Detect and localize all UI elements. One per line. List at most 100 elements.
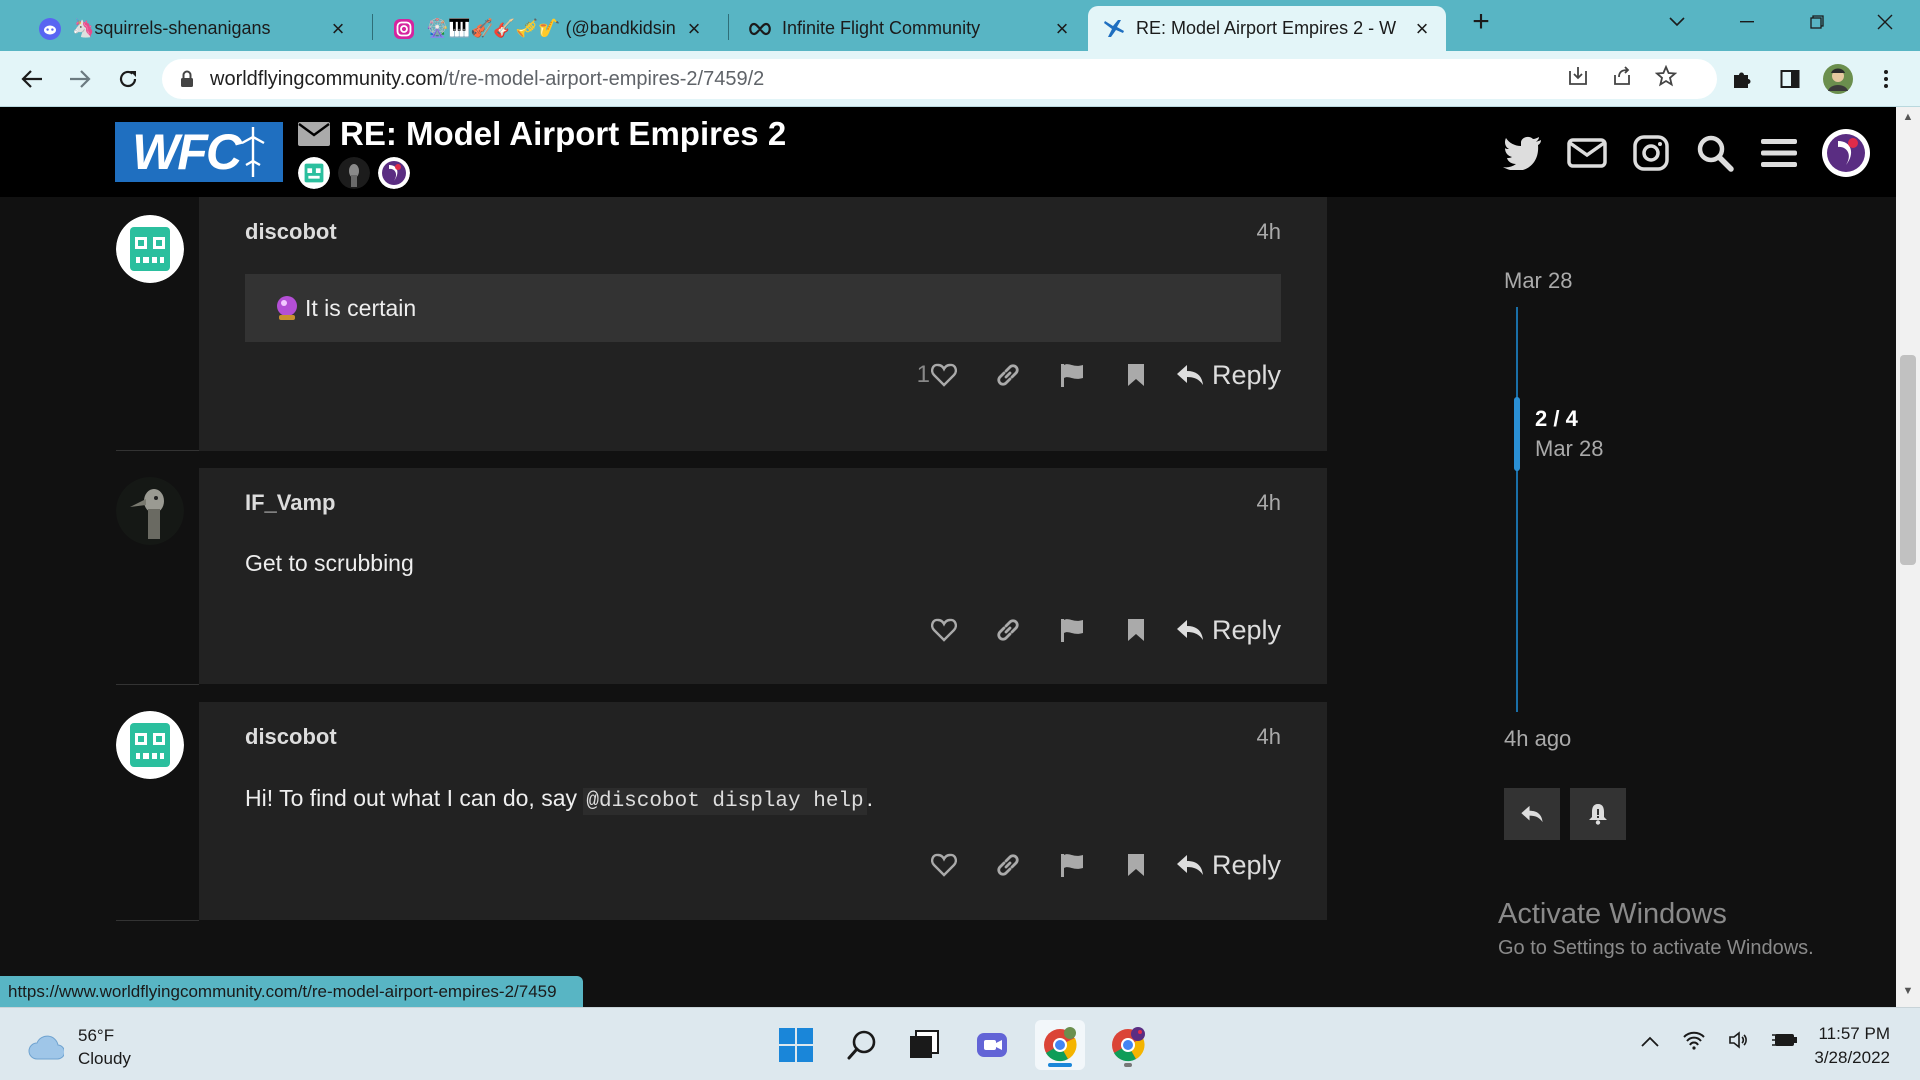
bookmark-star-icon[interactable]: [1654, 64, 1678, 93]
clock-time: 11:57 PM: [1818, 1024, 1890, 1043]
extensions-puzzle-icon[interactable]: [1726, 63, 1758, 95]
close-icon[interactable]: ×: [684, 16, 704, 42]
heart-icon[interactable]: [912, 606, 976, 654]
notification-bell-button[interactable]: [1570, 788, 1626, 840]
heart-icon[interactable]: [912, 841, 976, 889]
timeline-handle[interactable]: [1514, 397, 1520, 471]
reply-label: Reply: [1211, 359, 1281, 390]
timeline-reply-button[interactable]: [1504, 788, 1560, 840]
current-user-avatar[interactable]: [1822, 129, 1870, 177]
link-icon[interactable]: [976, 606, 1040, 654]
scroll-up-arrow-icon[interactable]: ▲: [1896, 111, 1920, 131]
volume-icon[interactable]: [1728, 1030, 1750, 1055]
browser-menu-icon[interactable]: [1870, 63, 1902, 95]
scroll-thumb[interactable]: [1900, 355, 1916, 565]
post-divider: [116, 450, 199, 451]
post-avatar-if-vamp[interactable]: [116, 477, 184, 545]
close-icon[interactable]: ×: [328, 16, 348, 42]
tab-instagram[interactable]: 🎡🎹🎻🎸🎺🎷 (@bandkidsin ×: [378, 6, 718, 51]
post-avatar-discobot[interactable]: [116, 711, 184, 779]
weather-widget[interactable]: 56°F Cloudy: [28, 1024, 131, 1070]
profile-avatar[interactable]: [1822, 63, 1854, 95]
side-panel-icon[interactable]: [1774, 63, 1806, 95]
logo-plane-icon: [241, 127, 265, 177]
plane-icon: [1102, 17, 1126, 41]
flag-icon[interactable]: [1040, 606, 1104, 654]
twitter-icon[interactable]: [1502, 132, 1544, 174]
close-icon[interactable]: ×: [1412, 16, 1432, 42]
restore-icon[interactable]: [1782, 0, 1852, 44]
forward-arrow-icon[interactable]: [62, 61, 98, 97]
tab-discord[interactable]: 🦄squirrels-shenanigans ×: [24, 6, 362, 51]
post-username[interactable]: discobot: [245, 724, 337, 750]
link-icon[interactable]: [976, 351, 1040, 399]
install-app-icon[interactable]: [1567, 65, 1589, 93]
bookmark-icon[interactable]: [1104, 606, 1168, 654]
page-scrollbar[interactable]: ▲ ▼: [1896, 107, 1920, 1007]
minimize-icon[interactable]: [1712, 0, 1782, 44]
topic-title[interactable]: RE: Model Airport Empires 2: [298, 115, 786, 153]
chrome-profile-taskbar-icon[interactable]: [1103, 1020, 1153, 1070]
browser-tab-bar: 🦄squirrels-shenanigans × 🎡🎹🎻🎸🎺🎷 (@bandki…: [0, 0, 1920, 51]
link-icon[interactable]: [976, 841, 1040, 889]
tray-chevron-up-icon[interactable]: [1640, 1034, 1660, 1052]
post-timestamp[interactable]: 4h: [1257, 219, 1281, 245]
timeline-start-date[interactable]: Mar 28: [1504, 268, 1572, 294]
hamburger-menu-icon[interactable]: [1758, 132, 1800, 174]
reply-button[interactable]: Reply: [1176, 351, 1281, 399]
close-icon[interactable]: ×: [1052, 16, 1072, 42]
taskbar-search-icon[interactable]: [837, 1020, 887, 1070]
search-icon[interactable]: [1694, 132, 1736, 174]
avatar-user[interactable]: [378, 157, 410, 189]
watermark-line1: Activate Windows: [1498, 898, 1727, 930]
heart-icon[interactable]: [912, 351, 976, 399]
new-tab-plus-icon[interactable]: +: [1446, 0, 1516, 44]
flag-icon[interactable]: [1040, 351, 1104, 399]
reply-arrow-icon: [1176, 855, 1203, 875]
address-bar[interactable]: worldflyingcommunity.com/t/re-model-airp…: [162, 59, 1717, 99]
scroll-down-arrow-icon[interactable]: ▼: [1896, 985, 1920, 1005]
timeline-end-label[interactable]: 4h ago: [1504, 726, 1571, 752]
bookmark-icon[interactable]: [1104, 841, 1168, 889]
mail-icon[interactable]: [1566, 132, 1608, 174]
flag-icon[interactable]: [1040, 841, 1104, 889]
crystal-ball-icon: [277, 296, 297, 320]
taskbar-clock[interactable]: 11:57 PM 3/28/2022: [1814, 1022, 1890, 1070]
windows-start-icon[interactable]: [771, 1020, 821, 1070]
timeline-track[interactable]: [1516, 307, 1518, 712]
post-timestamp[interactable]: 4h: [1257, 490, 1281, 516]
reply-arrow-icon: [1176, 365, 1203, 385]
post-body-text: Hi! To find out what I can do, say: [245, 785, 584, 811]
post-username[interactable]: discobot: [245, 219, 337, 245]
battery-charging-icon[interactable]: [1772, 1031, 1798, 1054]
task-view-icon[interactable]: [899, 1020, 949, 1070]
reload-icon[interactable]: [110, 61, 146, 97]
close-window-icon[interactable]: [1850, 0, 1920, 44]
tab-infinite-flight[interactable]: Infinite Flight Community ×: [734, 6, 1086, 51]
post-divider: [116, 684, 199, 685]
tab-model-airport-empires[interactable]: RE: Model Airport Empires 2 - W ×: [1088, 6, 1446, 51]
bookmark-icon[interactable]: [1104, 351, 1168, 399]
header-icons: [1502, 129, 1896, 177]
topic-title-text: RE: Model Airport Empires 2: [340, 115, 787, 152]
tab-title: 🎡🎹🎻🎸🎺🎷 (@bandkidsin: [426, 18, 676, 38]
share-icon[interactable]: [1611, 65, 1633, 93]
site-logo[interactable]: WFC: [115, 122, 283, 182]
reply-button[interactable]: Reply: [1176, 841, 1281, 889]
post-timestamp[interactable]: 4h: [1257, 724, 1281, 750]
instagram-icon[interactable]: [1630, 132, 1672, 174]
avatar-discobot[interactable]: [298, 157, 330, 189]
wifi-icon[interactable]: [1682, 1030, 1706, 1055]
post-avatar-discobot[interactable]: [116, 215, 184, 283]
url-host: worldflyingcommunity.com: [210, 67, 444, 90]
instagram-icon: [392, 17, 416, 41]
post-username[interactable]: IF_Vamp: [245, 490, 335, 516]
teams-chat-icon[interactable]: [967, 1020, 1017, 1070]
reply-arrow-icon: [1176, 620, 1203, 640]
post-actions: 1 Reply: [906, 351, 1281, 399]
chrome-taskbar-icon[interactable]: [1035, 1020, 1085, 1070]
avatar-if-vamp[interactable]: [338, 157, 370, 189]
back-arrow-icon[interactable]: [14, 61, 50, 97]
reply-button[interactable]: Reply: [1176, 606, 1281, 654]
tab-search-chevron-icon[interactable]: [1642, 0, 1712, 44]
